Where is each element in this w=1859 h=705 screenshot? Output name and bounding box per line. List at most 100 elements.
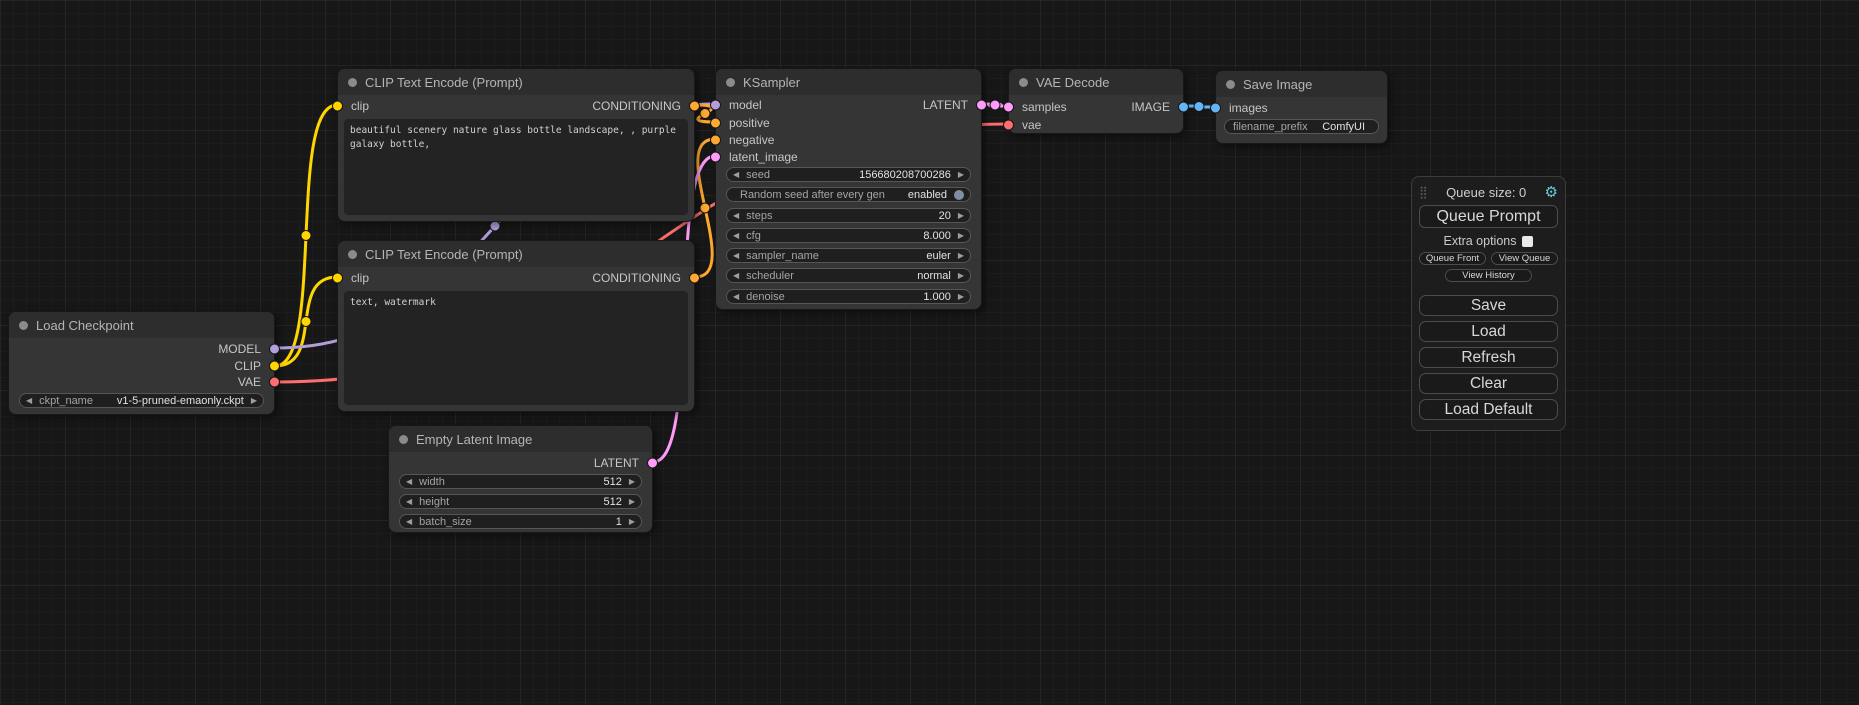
toggle-knob[interactable]: [954, 190, 964, 200]
increase-arrow-icon[interactable]: ▶: [958, 232, 964, 240]
negative-prompt-textarea[interactable]: text, watermark: [344, 291, 688, 405]
node-title: CLIP Text Encode (Prompt): [365, 247, 523, 262]
widget-seed[interactable]: ◀ seed 156680208700286 ▶: [726, 167, 971, 182]
vae-output-port[interactable]: [269, 377, 280, 388]
widget-scheduler[interactable]: ◀ scheduler normal ▶: [726, 268, 971, 283]
node-load-checkpoint[interactable]: Load Checkpoint MODEL CLIP VAE ◀ ckpt_na…: [8, 311, 275, 415]
view-history-button[interactable]: View History: [1445, 269, 1531, 282]
node-collapse-dot[interactable]: [348, 250, 357, 259]
node-title-bar[interactable]: VAE Decode: [1009, 69, 1183, 95]
increase-arrow-icon[interactable]: ▶: [958, 252, 964, 260]
positive-prompt-textarea[interactable]: beautiful scenery nature glass bottle la…: [344, 119, 688, 215]
widget-ckpt-name[interactable]: ◀ ckpt_name v1-5-pruned-emaonly.ckpt ▶: [19, 393, 264, 408]
increase-arrow-icon[interactable]: ▶: [629, 478, 635, 486]
node-title-bar[interactable]: CLIP Text Encode (Prompt): [338, 69, 694, 95]
increase-arrow-icon[interactable]: ▶: [251, 397, 257, 405]
node-collapse-dot[interactable]: [1019, 78, 1028, 87]
increase-arrow-icon[interactable]: ▶: [629, 498, 635, 506]
node-collapse-dot[interactable]: [19, 321, 28, 330]
node-collapse-dot[interactable]: [1226, 80, 1235, 89]
decrease-arrow-icon[interactable]: ◀: [406, 498, 412, 506]
widget-filename-prefix[interactable]: filename_prefix ComfyUI: [1224, 119, 1379, 134]
latent-image-input-port[interactable]: [710, 152, 721, 163]
widget-cfg[interactable]: ◀ cfg 8.000 ▶: [726, 228, 971, 243]
decrease-arrow-icon[interactable]: ◀: [733, 232, 739, 240]
node-ksampler[interactable]: KSampler model LATENT positive negative …: [715, 68, 982, 310]
decrease-arrow-icon[interactable]: ◀: [406, 518, 412, 526]
queue-prompt-button[interactable]: Queue Prompt: [1419, 205, 1558, 228]
widget-random-seed-toggle[interactable]: Random seed after every gen enabled: [726, 187, 971, 202]
slot-row-samples-image: samples IMAGE: [1009, 100, 1183, 114]
queue-controls-row: Queue Front View Queue: [1419, 252, 1558, 265]
node-title: CLIP Text Encode (Prompt): [365, 75, 523, 90]
node-graph-canvas[interactable]: Load Checkpoint MODEL CLIP VAE ◀ ckpt_na…: [0, 0, 1859, 705]
latent-output-port[interactable]: [976, 100, 987, 111]
link-midpoint-dot: [700, 109, 710, 119]
node-title: Empty Latent Image: [416, 432, 532, 447]
clear-button[interactable]: Clear: [1419, 373, 1558, 394]
samples-input-port[interactable]: [1003, 102, 1014, 113]
decrease-arrow-icon[interactable]: ◀: [406, 478, 412, 486]
increase-arrow-icon[interactable]: ▶: [958, 272, 964, 280]
node-vae-decode[interactable]: VAE Decode samples IMAGE vae: [1008, 68, 1184, 134]
settings-gear-icon[interactable]: ⚙: [1545, 185, 1558, 200]
widget-denoise[interactable]: ◀ denoise 1.000 ▶: [726, 289, 971, 304]
input-slot-latent-image: latent_image: [716, 150, 981, 164]
decrease-arrow-icon[interactable]: ◀: [733, 272, 739, 280]
link-checkpoint-clip-to-negative-prompt: [275, 277, 337, 366]
input-slot-vae: vae: [1009, 118, 1183, 132]
increase-arrow-icon[interactable]: ▶: [629, 518, 635, 526]
decrease-arrow-icon[interactable]: ◀: [26, 397, 32, 405]
widget-steps[interactable]: ◀ steps 20 ▶: [726, 208, 971, 223]
clip-output-port[interactable]: [269, 361, 280, 372]
decrease-arrow-icon[interactable]: ◀: [733, 171, 739, 179]
increase-arrow-icon[interactable]: ▶: [958, 212, 964, 220]
load-button[interactable]: Load: [1419, 321, 1558, 342]
increase-arrow-icon[interactable]: ▶: [958, 171, 964, 179]
queue-front-button[interactable]: Queue Front: [1419, 252, 1486, 265]
image-output-port[interactable]: [1178, 102, 1189, 113]
node-clip-text-encode-negative[interactable]: CLIP Text Encode (Prompt) clip CONDITION…: [337, 240, 695, 412]
negative-input-port[interactable]: [710, 135, 721, 146]
increase-arrow-icon[interactable]: ▶: [958, 293, 964, 301]
node-clip-text-encode-positive[interactable]: CLIP Text Encode (Prompt) clip CONDITION…: [337, 68, 695, 222]
node-collapse-dot[interactable]: [399, 435, 408, 444]
node-collapse-dot[interactable]: [726, 78, 735, 87]
conditioning-output-port[interactable]: [689, 273, 700, 284]
positive-input-port[interactable]: [710, 118, 721, 129]
view-queue-button[interactable]: View Queue: [1491, 252, 1558, 265]
vae-input-port[interactable]: [1003, 120, 1014, 131]
model-output-port[interactable]: [269, 344, 280, 355]
input-slot-positive: positive: [716, 116, 981, 130]
drag-handle-icon[interactable]: ⣿: [1419, 185, 1428, 199]
node-empty-latent-image[interactable]: Empty Latent Image LATENT ◀ width 512 ▶ …: [388, 425, 653, 533]
node-title-bar[interactable]: Save Image: [1216, 71, 1387, 97]
clip-input-port[interactable]: [332, 101, 343, 112]
decrease-arrow-icon[interactable]: ◀: [733, 252, 739, 260]
node-collapse-dot[interactable]: [348, 78, 357, 87]
link-midpoint-dot: [490, 221, 500, 231]
extra-options-checkbox[interactable]: [1522, 236, 1533, 247]
widget-width[interactable]: ◀ width 512 ▶: [399, 474, 642, 489]
node-title-bar[interactable]: KSampler: [716, 69, 981, 95]
model-input-port[interactable]: [710, 100, 721, 111]
save-button[interactable]: Save: [1419, 295, 1558, 316]
clip-input-port[interactable]: [332, 273, 343, 284]
images-input-port[interactable]: [1210, 103, 1221, 114]
node-title: VAE Decode: [1036, 75, 1109, 90]
node-title-bar[interactable]: CLIP Text Encode (Prompt): [338, 241, 694, 267]
queue-menu-panel[interactable]: ⣿ Queue size: 0 ⚙ Queue Prompt Extra opt…: [1411, 176, 1566, 431]
widget-batch-size[interactable]: ◀ batch_size 1 ▶: [399, 514, 642, 529]
decrease-arrow-icon[interactable]: ◀: [733, 293, 739, 301]
refresh-button[interactable]: Refresh: [1419, 347, 1558, 368]
decrease-arrow-icon[interactable]: ◀: [733, 212, 739, 220]
node-save-image[interactable]: Save Image images filename_prefix ComfyU…: [1215, 70, 1388, 144]
input-slot-negative: negative: [716, 133, 981, 147]
widget-height[interactable]: ◀ height 512 ▶: [399, 494, 642, 509]
latent-output-port[interactable]: [647, 458, 658, 469]
conditioning-output-port[interactable]: [689, 101, 700, 112]
load-default-button[interactable]: Load Default: [1419, 399, 1558, 420]
node-title-bar[interactable]: Load Checkpoint: [9, 312, 274, 338]
widget-sampler-name[interactable]: ◀ sampler_name euler ▶: [726, 248, 971, 263]
node-title-bar[interactable]: Empty Latent Image: [389, 426, 652, 452]
